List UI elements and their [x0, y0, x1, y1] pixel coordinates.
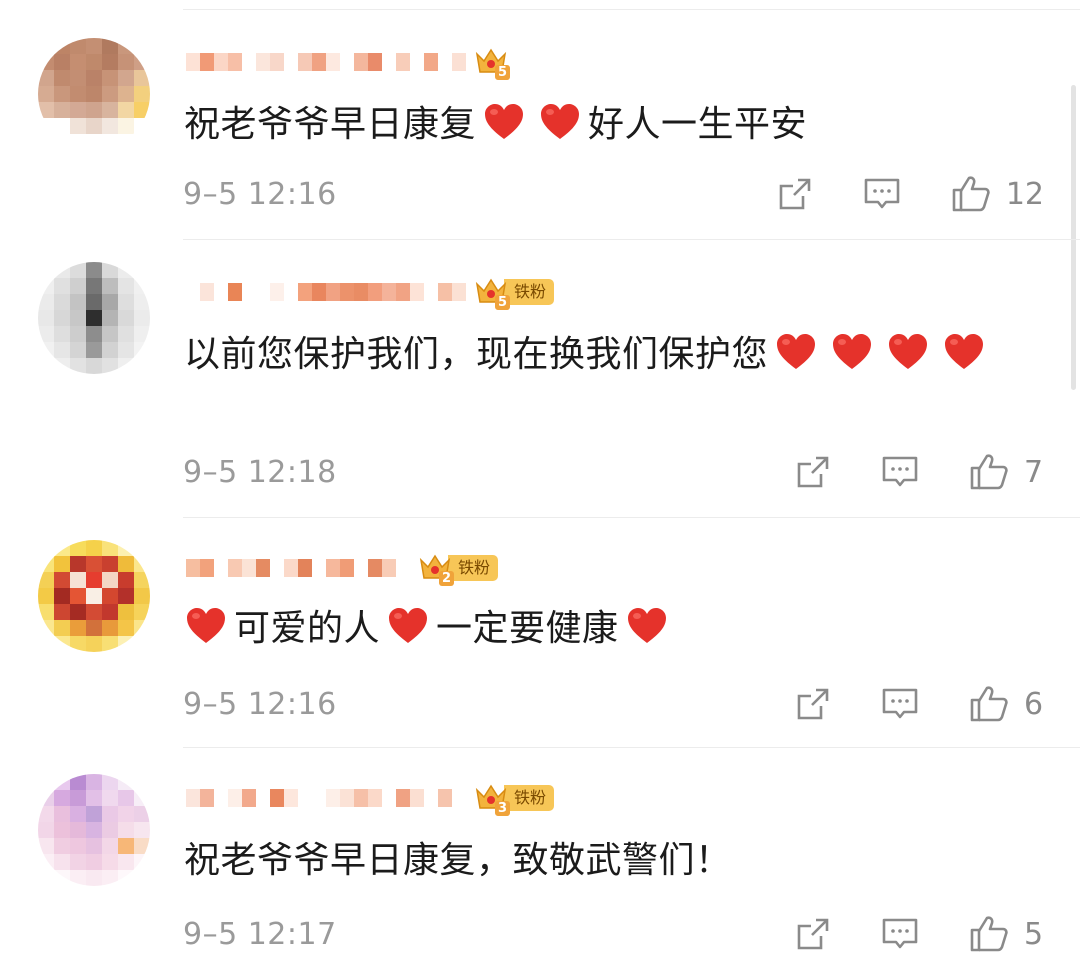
comment-item: 2 铁粉 可爱的人 一定要健康 9–5 12:16 6 [0, 518, 1080, 748]
comment-timestamp: 9–5 12:16 [183, 176, 337, 212]
comment-timestamp: 9–5 12:17 [183, 916, 337, 952]
crown-icon: 3 [474, 782, 510, 816]
comment-meta: 9–5 12:16 12 [183, 174, 1044, 214]
like-count: 5 [1024, 916, 1044, 952]
comment-text: 可爱的人 一定要健康 [184, 600, 1000, 657]
share-icon [797, 456, 829, 488]
heart-emoji-icon [625, 604, 669, 648]
like-count: 12 [1005, 176, 1044, 212]
avatar[interactable] [38, 774, 150, 886]
user-badge: 3 铁粉 [474, 782, 555, 816]
comment-item: 5 祝老爷爷早日康复 好人一生平安 9–5 12:16 12 [0, 10, 1080, 240]
comment-text-segment: 以前您保护我们，现在换我们保护您 [184, 334, 769, 375]
comment-text: 以前您保护我们，现在换我们保护您 [184, 326, 1000, 383]
comment-icon [882, 456, 918, 487]
username-blurred[interactable] [186, 279, 466, 305]
heart-emoji-icon [482, 100, 526, 144]
comment-text-segment: 好人一生平安 [588, 104, 808, 145]
badge-level: 2 [438, 571, 454, 586]
avatar[interactable] [38, 262, 150, 374]
reply-button[interactable] [880, 916, 920, 952]
comment-timestamp: 9–5 12:18 [183, 454, 337, 490]
like-count: 7 [1024, 454, 1044, 490]
user-badge: 5 [474, 46, 510, 80]
like-button[interactable]: 5 [968, 914, 1044, 954]
comment-actions: 12 [776, 174, 1044, 214]
crown-icon: 2 [418, 552, 454, 586]
reply-button[interactable] [880, 686, 920, 722]
like-button[interactable]: 12 [950, 174, 1044, 214]
username-row: 3 铁粉 [186, 778, 555, 818]
username-row: 5 铁粉 [186, 272, 555, 312]
reply-button[interactable] [862, 176, 902, 212]
share-button[interactable] [794, 916, 832, 952]
comment-item: 3 铁粉 祝老爷爷早日康复，致敬武警们！ 9–5 12:17 5 [0, 748, 1080, 967]
like-count: 6 [1024, 686, 1044, 722]
comment-meta: 9–5 12:16 6 [183, 684, 1044, 724]
comment-icon [882, 688, 918, 719]
heart-emoji-icon [774, 330, 818, 374]
share-icon [797, 688, 829, 720]
thumbs-up-icon [970, 916, 1008, 952]
reply-button[interactable] [880, 454, 920, 490]
heart-emoji-icon [830, 330, 874, 374]
crown-icon: 5 [474, 276, 510, 310]
comment-icon [864, 178, 900, 209]
thumbs-up-icon [952, 176, 990, 212]
like-button[interactable]: 6 [968, 684, 1044, 724]
fan-badge: 铁粉 [504, 279, 555, 305]
fan-badge: 铁粉 [504, 785, 555, 811]
thumbs-up-icon [970, 454, 1008, 490]
like-button[interactable]: 7 [968, 452, 1044, 492]
comment-actions: 5 [794, 914, 1044, 954]
comment-icon [882, 918, 918, 949]
user-badge: 2 铁粉 [418, 552, 499, 586]
share-icon [797, 918, 829, 950]
crown-icon: 5 [474, 46, 510, 80]
avatar[interactable] [38, 38, 150, 150]
comment-actions: 6 [794, 684, 1044, 724]
username-blurred[interactable] [186, 49, 466, 75]
share-button[interactable] [776, 176, 814, 212]
comment-text-segment: 可爱的人 [234, 608, 381, 649]
comment-text: 祝老爷爷早日康复 好人一生平安 [184, 96, 1000, 153]
share-icon [779, 178, 811, 210]
comment-timestamp: 9–5 12:16 [183, 686, 337, 722]
username-blurred[interactable] [186, 785, 466, 811]
comment-text-segment: 祝老爷爷早日康复，致敬武警们！ [184, 840, 732, 881]
badge-level: 5 [494, 65, 510, 80]
heart-emoji-icon [886, 330, 930, 374]
username-blurred[interactable] [186, 555, 410, 581]
avatar[interactable] [38, 540, 150, 652]
comment-text-segment: 一定要健康 [436, 608, 619, 649]
comment-text-segment: 祝老爷爷早日康复 [184, 104, 477, 145]
heart-emoji-icon [184, 604, 228, 648]
username-row: 2 铁粉 [186, 548, 499, 588]
badge-level: 3 [494, 801, 510, 816]
heart-emoji-icon [386, 604, 430, 648]
user-badge: 5 铁粉 [474, 276, 555, 310]
share-button[interactable] [794, 686, 832, 722]
comment-text: 祝老爷爷早日康复，致敬武警们！ [184, 832, 1000, 889]
comment-item: 5 铁粉 以前您保护我们，现在换我们保护您 9–5 12:18 7 [0, 240, 1080, 518]
heart-emoji-icon [538, 100, 582, 144]
comment-meta: 9–5 12:17 5 [183, 914, 1044, 954]
badge-level: 5 [494, 295, 510, 310]
username-row: 5 [186, 42, 510, 82]
heart-emoji-icon [942, 330, 986, 374]
comment-actions: 7 [794, 452, 1044, 492]
comment-meta: 9–5 12:18 7 [183, 452, 1044, 492]
thumbs-up-icon [970, 686, 1008, 722]
share-button[interactable] [794, 454, 832, 490]
fan-badge: 铁粉 [448, 555, 499, 581]
